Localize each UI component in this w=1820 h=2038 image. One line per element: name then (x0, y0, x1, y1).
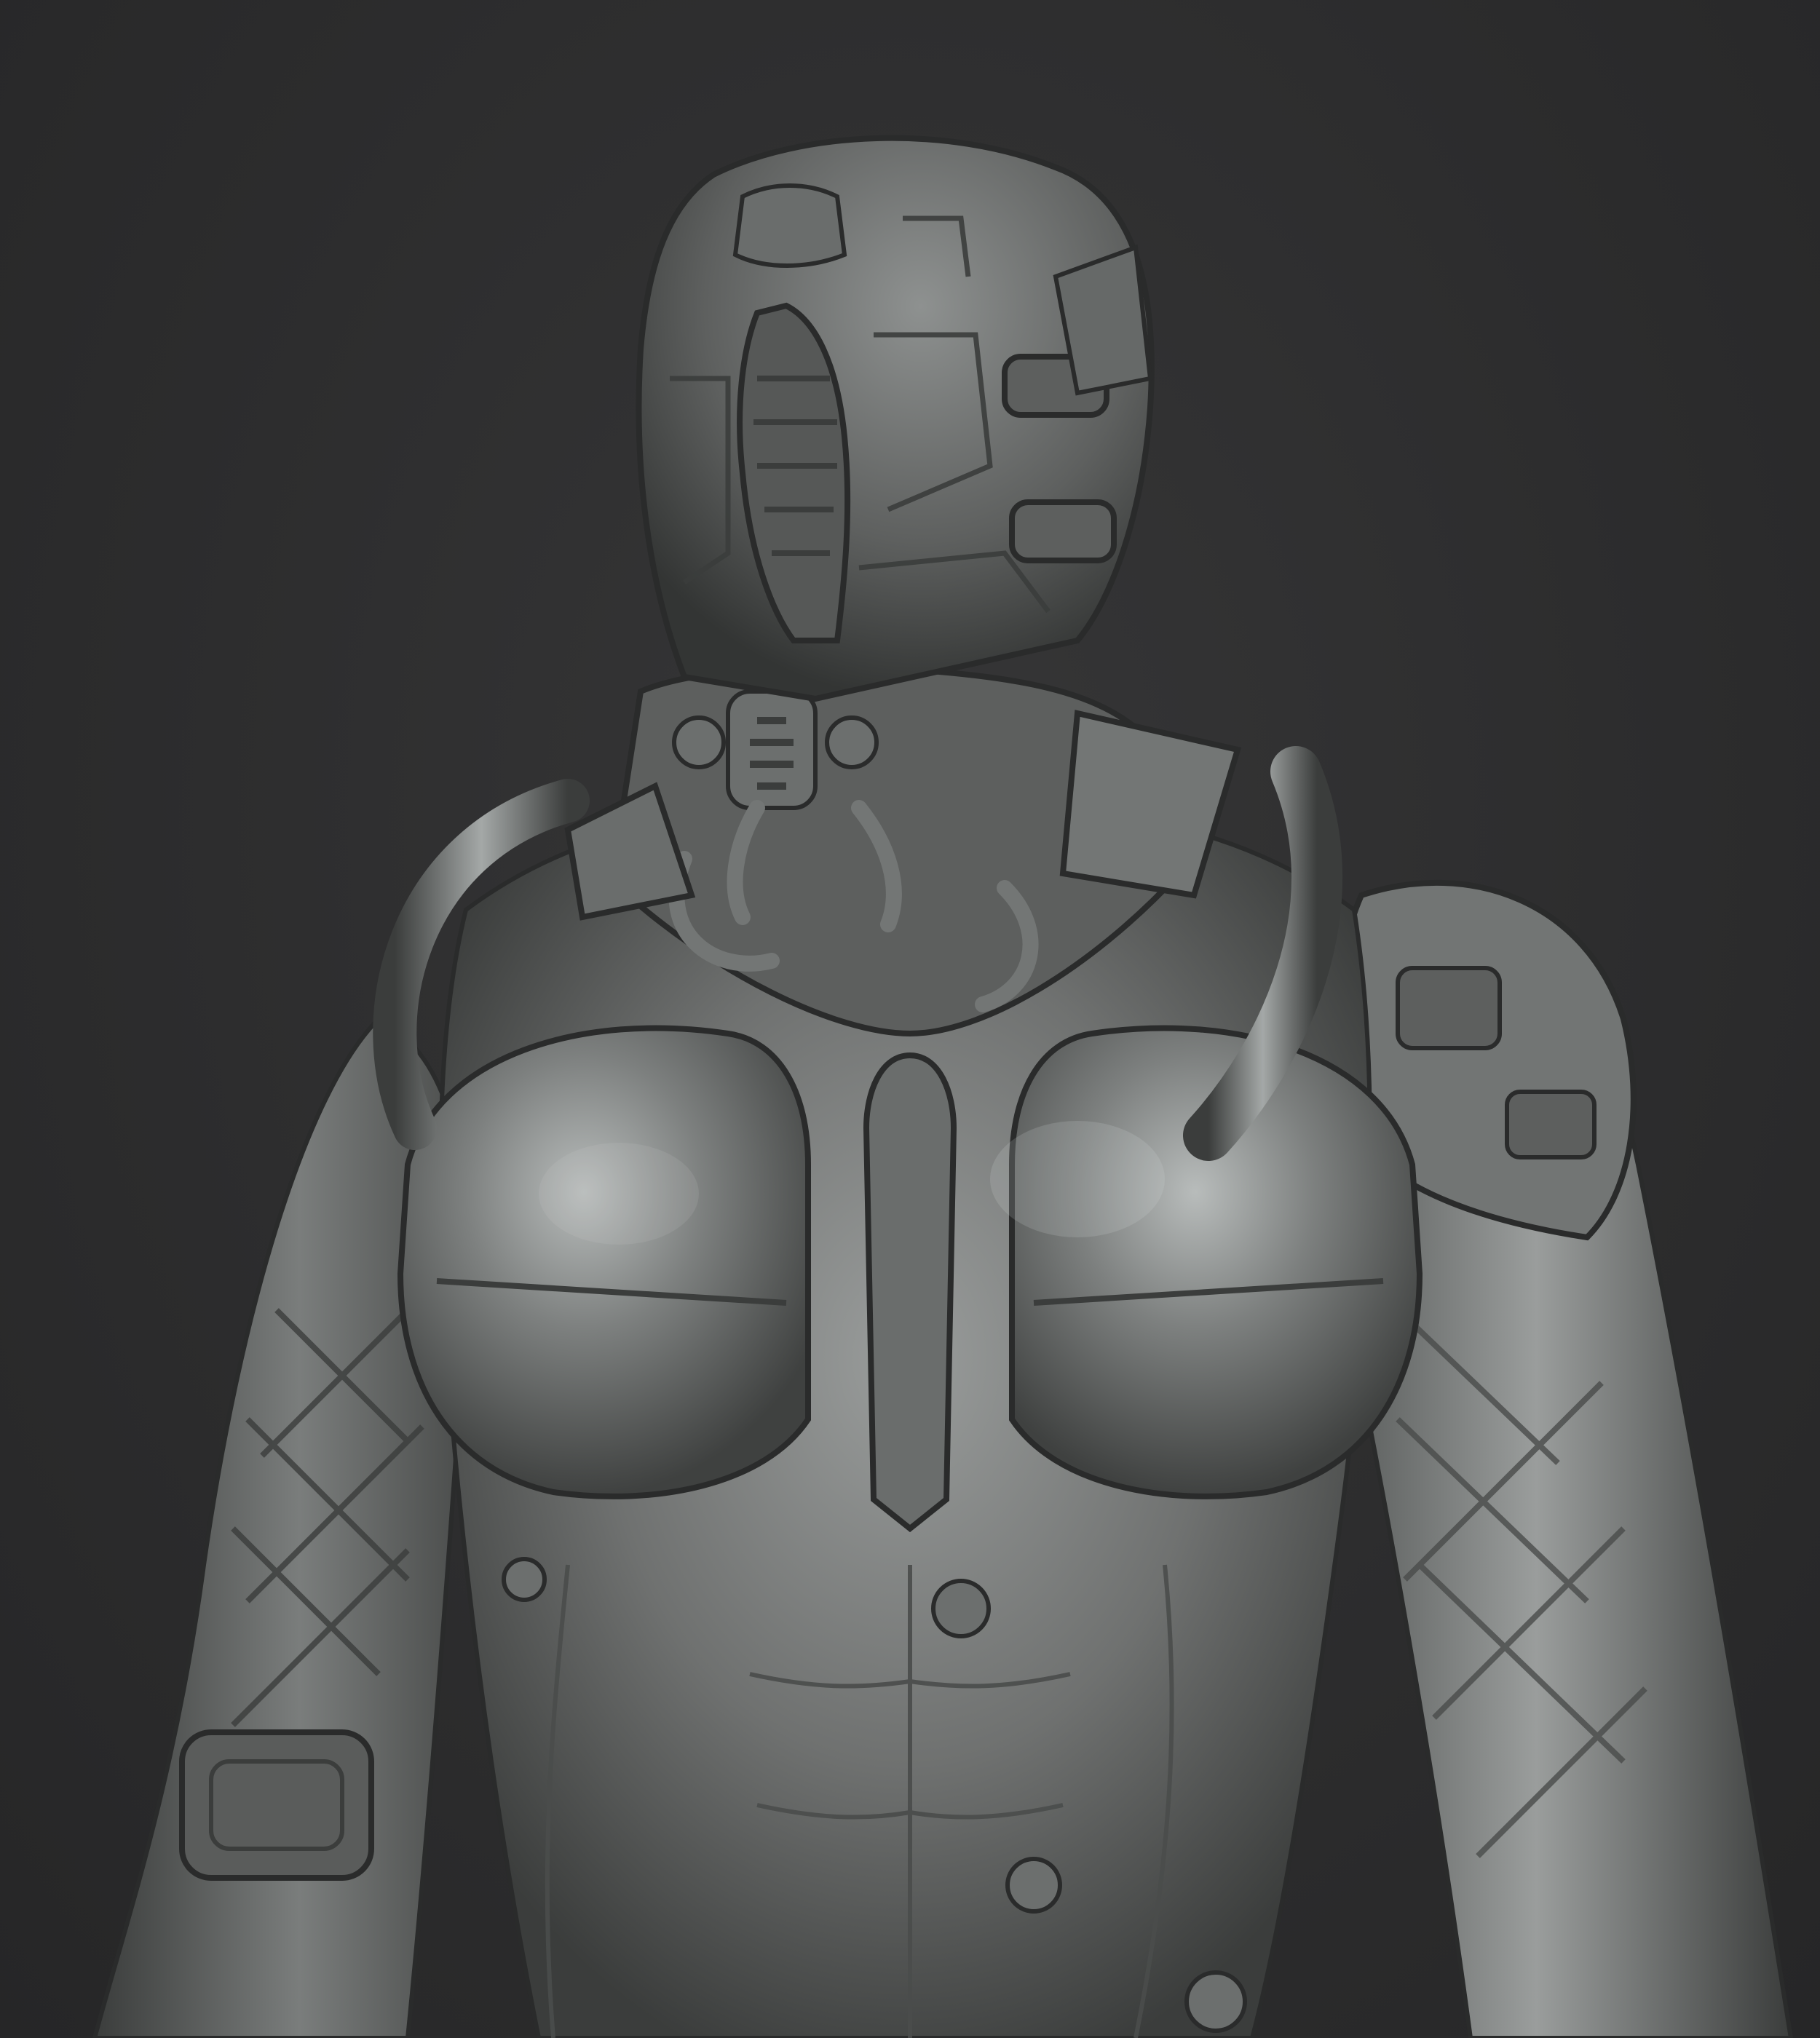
armored-figure-sculpt-icon (92, 135, 1794, 2038)
sculpt-viewport (0, 0, 1820, 2038)
helmet (636, 135, 1155, 702)
right-arm (1325, 879, 1794, 2038)
